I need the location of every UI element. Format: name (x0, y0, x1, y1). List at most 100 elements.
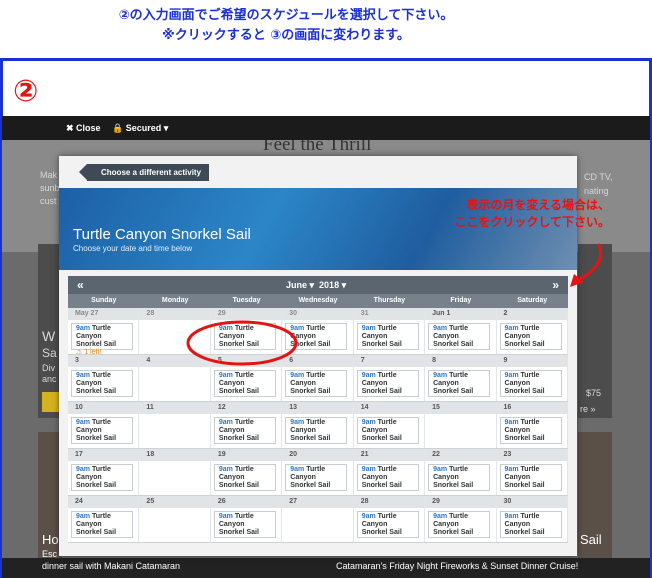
day-number: 7 (353, 355, 425, 367)
calendar-day: 13 9am Turtle Canyon Snorkel Sail (282, 402, 354, 448)
calendar-day: 15 (425, 402, 497, 448)
schedule-slot[interactable]: 9am Turtle Canyon Snorkel Sail (213, 323, 276, 350)
slot-time: 9am (218, 325, 233, 332)
background-text: Ho (42, 532, 59, 547)
day-number: 26 (210, 496, 282, 508)
slot-time: 9am (504, 419, 519, 426)
year-select[interactable]: 2018 (319, 280, 339, 290)
activity-title: Turtle Canyon Snorkel Sail (73, 226, 251, 243)
month-select[interactable]: June (286, 280, 307, 290)
weekday-label: Saturday (517, 297, 548, 304)
schedule-slot[interactable]: 9am Turtle Canyon Snorkel Sail (499, 417, 562, 444)
schedule-slot[interactable]: 9am Turtle Canyon Snorkel Sail (428, 323, 491, 350)
day-number: 9 (496, 355, 567, 367)
calendar-day: 25 (139, 496, 211, 542)
day-number: 21 (353, 449, 425, 461)
background-text: $75 (586, 388, 602, 398)
weekday-label: Sunday (91, 297, 117, 304)
schedule-slot[interactable]: 9am Turtle Canyon Snorkel Sail (213, 370, 276, 397)
schedule-slot[interactable]: 9am Turtle Canyon Snorkel Sail (499, 511, 562, 538)
day-number: 19 (210, 449, 282, 461)
schedule-slot[interactable]: 9am Turtle Canyon Snorkel Sail (71, 464, 133, 491)
calendar: « June ▾ 2018 ▾ » Sunday Monday Tuesday Wed… (68, 276, 568, 543)
slot-time: 9am (218, 513, 233, 520)
schedule-slot[interactable]: 9am Turtle Canyon Snorkel Sail (428, 511, 491, 538)
slot-time: 9am (361, 419, 376, 426)
slot-time: 9am (76, 466, 91, 473)
choose-different-activity-button[interactable]: Choose a different activity (78, 164, 210, 181)
prev-month-button[interactable]: « (77, 278, 84, 292)
calendar-day: 16 9am Turtle Canyon Snorkel Sail (496, 402, 568, 448)
day-number: 28 (139, 308, 210, 320)
slot-time: 9am (76, 419, 91, 426)
top-bar: ✖ Close 🔒 Secured ▾ (2, 116, 650, 140)
day-number: 6 (282, 355, 353, 367)
day-number: 12 (210, 402, 282, 414)
background-text: Mak (40, 170, 58, 180)
schedule-slot[interactable]: 9am Turtle Canyon Snorkel Sail (285, 370, 348, 397)
slot-time: 9am (433, 325, 448, 332)
calendar-day: 28 (139, 308, 211, 354)
calendar-day: 28 9am Turtle Canyon Snorkel Sail (353, 496, 426, 542)
background-text: Catamaran's Friday Night Fireworks & Sun… (336, 561, 579, 571)
slot-time: 9am (504, 466, 519, 473)
schedule-slot[interactable]: 9am Turtle Canyon Snorkel Sail (71, 511, 133, 538)
slot-time: 9am (361, 466, 376, 473)
day-number: 24 (68, 496, 139, 508)
schedule-slot[interactable]: 9am Turtle Canyon Snorkel Sail (213, 511, 276, 538)
day-number: 25 (139, 496, 210, 508)
slot-time: 9am (361, 325, 376, 332)
day-number: 31 (353, 308, 425, 320)
schedule-slot[interactable]: 9am Turtle Canyon Snorkel Sail (356, 323, 419, 350)
weekday-label: Thursday (373, 297, 406, 304)
schedule-slot[interactable]: 9am Turtle Canyon Snorkel Sail (356, 417, 419, 444)
month-year-selector[interactable]: June ▾ 2018 ▾ (286, 280, 346, 291)
step-number: ② (13, 74, 39, 109)
schedule-slot[interactable]: 9am Turtle Canyon Snorkel Sail (499, 464, 562, 491)
day-number: May 27 (68, 308, 139, 320)
calendar-day: 18 (139, 449, 211, 495)
schedule-slot[interactable]: 9am Turtle Canyon Snorkel Sail (285, 464, 348, 491)
slot-time: 9am (290, 466, 305, 473)
schedule-slot[interactable]: 9am Turtle Canyon Snorkel Sail (285, 323, 348, 350)
schedule-slot[interactable]: 9am Turtle Canyon Snorkel Sail (499, 370, 562, 397)
schedule-slot[interactable]: 9am Turtle Canyon Snorkel Sail (356, 511, 419, 538)
schedule-slot[interactable]: 9am Turtle Canyon Snorkel Sail (428, 464, 491, 491)
calendar-day: May 27 9am Turtle Canyon Snorkel Sail ⚠ 1 … (68, 308, 140, 356)
schedule-slot[interactable]: 9am Turtle Canyon Snorkel Sail ⚠ 1 left! (71, 323, 133, 356)
schedule-slot[interactable]: 9am Turtle Canyon Snorkel Sail (71, 370, 133, 397)
schedule-slot[interactable]: 9am Turtle Canyon Snorkel Sail (499, 323, 562, 350)
calendar-week: 10 9am Turtle Canyon Snorkel Sail 11 12 9am … (68, 402, 568, 449)
background-text: dinner sail with Makani Catamaran (42, 561, 181, 571)
secured-dropdown[interactable]: 🔒 Secured ▾ (112, 123, 168, 134)
calendar-day: 9 9am Turtle Canyon Snorkel Sail (496, 355, 568, 401)
schedule-slot[interactable]: 9am Turtle Canyon Snorkel Sail (428, 370, 491, 397)
background-text: cust (40, 196, 57, 206)
slot-time: 9am (290, 419, 305, 426)
slot-time: 9am (433, 372, 448, 379)
slot-time: 9am (361, 513, 376, 520)
day-number: 16 (496, 402, 567, 414)
schedule-slot[interactable]: 9am Turtle Canyon Snorkel Sail (356, 464, 419, 491)
schedule-slot[interactable]: 9am Turtle Canyon Snorkel Sail (71, 417, 133, 444)
annotation-line-2: ここをクリックして下さい。 (454, 215, 610, 229)
day-number: 28 (353, 496, 425, 508)
schedule-slot[interactable]: 9am Turtle Canyon Snorkel Sail (213, 464, 276, 491)
close-button[interactable]: ✖ Close (66, 123, 101, 134)
calendar-nav: « June ▾ 2018 ▾ » (68, 276, 568, 294)
slot-time: 9am (504, 513, 519, 520)
slot-time: 9am (218, 372, 233, 379)
activity-subtitle: Choose your date and time below (73, 244, 193, 253)
calendar-day: 20 9am Turtle Canyon Snorkel Sail (282, 449, 354, 495)
calendar-day: 14 9am Turtle Canyon Snorkel Sail (353, 402, 426, 448)
schedule-slot[interactable]: 9am Turtle Canyon Snorkel Sail (213, 417, 276, 444)
calendar-day: 19 9am Turtle Canyon Snorkel Sail (210, 449, 283, 495)
schedule-slot[interactable]: 9am Turtle Canyon Snorkel Sail (356, 370, 419, 397)
day-number: 30 (282, 308, 353, 320)
slot-time: 9am (76, 513, 91, 520)
slot-time: 9am (76, 372, 91, 379)
day-number: 15 (425, 402, 496, 414)
next-month-button[interactable]: » (552, 278, 559, 292)
schedule-slot[interactable]: 9am Turtle Canyon Snorkel Sail (285, 417, 348, 444)
background-text: Sail (580, 532, 602, 547)
